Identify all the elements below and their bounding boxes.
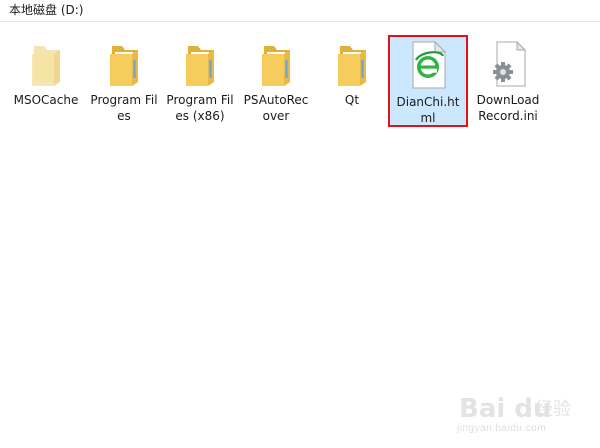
folder-icon xyxy=(238,40,314,92)
drive-title: 本地磁盘 (D:) xyxy=(9,3,84,17)
folder-icon xyxy=(162,40,238,92)
folder-icon xyxy=(86,40,162,92)
folder-item-msocache[interactable]: MSOCache xyxy=(8,40,84,108)
folder-item-program-files-x86[interactable]: Program Files (x86) xyxy=(162,40,238,124)
folder-item-qt[interactable]: Qt xyxy=(314,40,390,108)
folder-icon xyxy=(8,40,84,92)
folder-icon xyxy=(314,40,390,92)
item-label: PSAutoRecover xyxy=(243,93,309,123)
file-view[interactable]: MSOCache Program Files Program Files (x8… xyxy=(0,22,600,448)
ie-html-file-icon xyxy=(390,40,466,94)
item-label: DownLoadRecord.ini xyxy=(476,93,540,123)
watermark-sub: 经验 xyxy=(535,399,571,420)
item-label: Program Files (x86) xyxy=(166,93,234,123)
file-item-dianchi-html[interactable]: DianChi.html xyxy=(388,35,468,127)
baidu-jingyan-watermark: Bai du 经验 jingyan.baidu.com xyxy=(455,392,595,442)
item-label: Qt xyxy=(344,93,360,107)
location-header: 本地磁盘 (D:) xyxy=(0,0,600,22)
file-item-downloadrecord-ini[interactable]: DownLoadRecord.ini xyxy=(470,40,546,124)
watermark-url: jingyan.baidu.com xyxy=(457,423,547,434)
folder-item-psautorecover[interactable]: PSAutoRecover xyxy=(238,40,314,124)
settings-file-icon xyxy=(470,40,546,92)
item-label: DianChi.html xyxy=(396,95,460,125)
item-label: MSOCache xyxy=(13,93,79,107)
item-label: Program Files xyxy=(90,93,158,123)
folder-item-program-files[interactable]: Program Files xyxy=(86,40,162,124)
